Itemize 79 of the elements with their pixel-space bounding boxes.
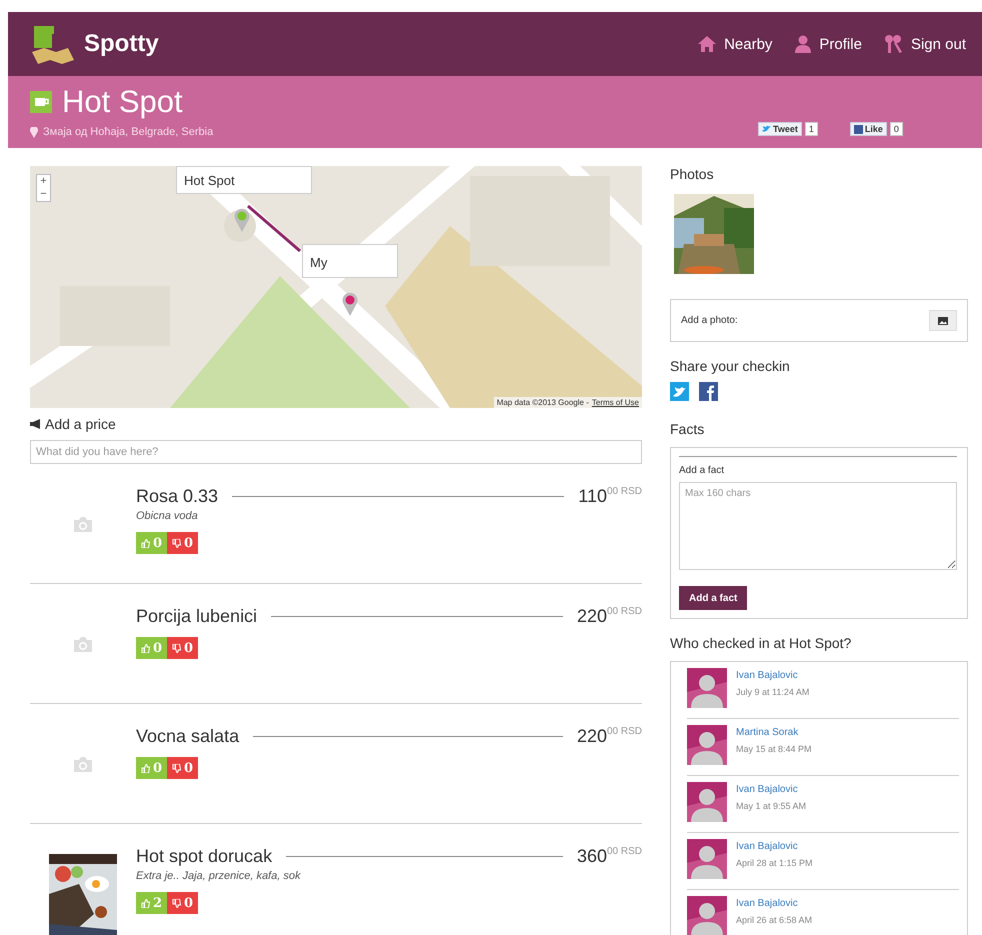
megaphone-icon [30, 419, 41, 429]
map-info-window: My [302, 244, 398, 278]
add-fact-button[interactable]: Add a fact [679, 586, 748, 610]
add-fact-label: Add a fact [679, 465, 726, 476]
downvote-button[interactable]: 0 [167, 892, 198, 914]
thumbs-down-icon [172, 764, 182, 772]
item-name: Hot spot dorucak [136, 846, 272, 867]
checkin-time: July 9 at 11:24 AM [736, 687, 810, 697]
item-description: Extra je.. Jaja, przenice, kafa, sok [136, 870, 302, 882]
person-icon [794, 35, 812, 53]
thumbs-down-icon [172, 538, 182, 548]
item-price: 220$^{00 RSD}$ [576, 606, 642, 627]
checkin-time: May 1 at 9:55 AM [736, 801, 806, 811]
user-link[interactable]: Ivan Bajalovic [736, 841, 813, 852]
avatar-icon [687, 782, 727, 822]
thumbs-up-icon [141, 898, 150, 908]
thumbs-up-icon [141, 538, 150, 548]
map-marker-icon [234, 208, 250, 232]
keys-icon [884, 34, 904, 54]
nav-link[interactable]: Sign out [884, 34, 966, 54]
map-marker-icon [342, 292, 358, 316]
avatar-icon [687, 896, 727, 935]
camera-icon [72, 636, 94, 653]
item-price: 110$^{00 RSD}$ [578, 486, 642, 507]
avatar-icon [687, 668, 727, 708]
like-button[interactable]: Like [850, 122, 887, 136]
thumbs-up-icon [141, 764, 150, 772]
item-price: 360$^{00 RSD}$ [576, 846, 642, 867]
thumbs-down-icon [172, 644, 182, 652]
thumbs-up-icon [141, 644, 150, 652]
photos-heading: Photos [670, 166, 715, 182]
camera-icon [72, 516, 94, 533]
home-icon [697, 35, 718, 53]
avatar-icon [687, 725, 727, 765]
item-name: Porcija lubenici [136, 606, 258, 627]
checkins-heading: Who checked in at Hot Spot? [670, 635, 852, 651]
share-heading: Share your checkin [670, 358, 791, 374]
image-icon [938, 316, 948, 324]
price-input-field[interactable]: What did you have here? [30, 440, 642, 464]
nav-link[interactable]: Nearby [697, 34, 772, 54]
like-count: 0 [890, 122, 903, 136]
app-name: Spotty [84, 30, 159, 58]
downvote-button[interactable]: 0 [167, 757, 198, 779]
map-info-window: Hot Spot [176, 166, 312, 194]
facebook-icon[interactable] [699, 382, 718, 401]
camera-icon [72, 756, 94, 773]
bird-icon [762, 125, 771, 133]
location-pin-icon [30, 126, 38, 138]
add-photo-label: Add a photo: [681, 315, 738, 326]
place-title: Hot Spot [62, 84, 183, 120]
add-price-label: Add a price [45, 416, 116, 432]
checkin-time: April 28 at 1:15 PM [736, 858, 813, 868]
item-description: Obicna voda [136, 510, 199, 522]
logo-icon [30, 24, 76, 64]
downvote-button[interactable]: 0 [167, 532, 198, 554]
item-name: Vocna salata [136, 726, 240, 747]
user-link[interactable]: Ivan Bajalovic [736, 784, 806, 795]
twitter-icon[interactable] [670, 382, 689, 401]
user-link[interactable]: Ivan Bajalovic [736, 898, 812, 909]
item-price: 220$^{00 RSD}$ [576, 726, 642, 747]
terms-link[interactable]: Terms of Use [592, 398, 639, 407]
upload-photo-button[interactable] [929, 310, 957, 331]
user-link[interactable]: Martina Sorak [736, 727, 812, 738]
fact-input-field[interactable]: Max 160 chars [679, 482, 957, 570]
checkin-time: April 26 at 6:58 AM [736, 915, 812, 925]
tweet-count: 1 [804, 122, 818, 136]
checkin-time: May 15 at 8:44 PM [736, 744, 812, 754]
facts-heading: Facts [670, 421, 706, 437]
downvote-button[interactable]: 0 [167, 637, 198, 659]
user-link[interactable]: Ivan Bajalovic [736, 670, 810, 681]
coffee-cup-icon [30, 91, 52, 113]
thumbs-down-icon [172, 898, 182, 908]
nav-link[interactable]: Profile [794, 34, 862, 54]
map-attribution: Map data ©2013 Google - [496, 398, 589, 407]
tweet-button[interactable]: Tweet [758, 122, 802, 136]
item-name: Rosa 0.33 [136, 486, 218, 507]
facebook-icon [854, 124, 863, 134]
place-address: Змаја од Ноћаја, Belgrade, Serbia [43, 126, 214, 138]
avatar-icon [687, 839, 727, 879]
